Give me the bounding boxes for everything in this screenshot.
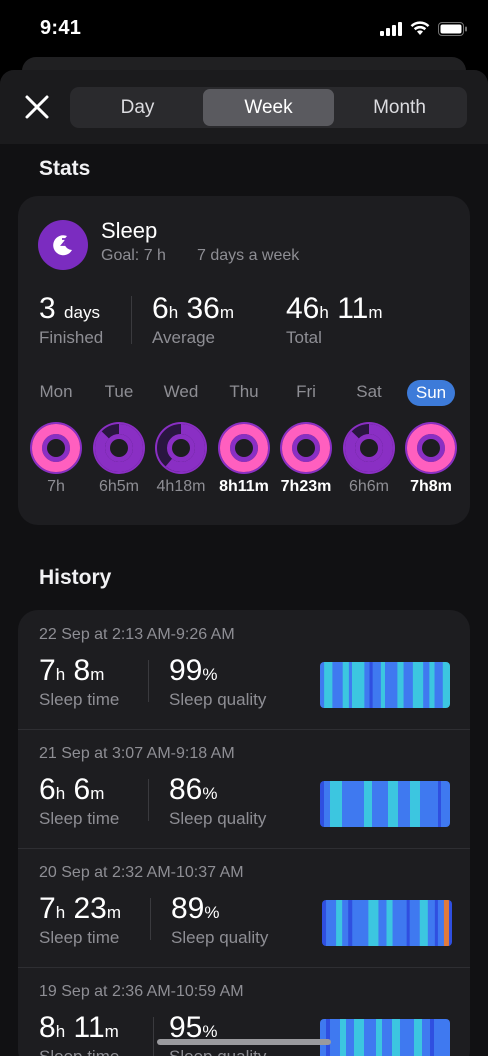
- day-label-thu[interactable]: Thu: [219, 382, 269, 402]
- sleep-time-label: Sleep time: [39, 690, 120, 709]
- stat-finished: 3 days Finished: [39, 292, 103, 348]
- day-label-fri[interactable]: Fri: [281, 382, 331, 402]
- history-date: 20 Sep at 2:32 AM-10:37 AM: [39, 864, 244, 881]
- entry-divider: [150, 898, 151, 940]
- sleep-time-hours: 8: [39, 1011, 56, 1044]
- sleep-time-label: Sleep time: [39, 928, 120, 947]
- sleep-quality-value: 89%: [171, 892, 220, 925]
- period-segmented-control: Day Week Month: [70, 87, 467, 128]
- day-duration-sun: 7h8m: [410, 478, 452, 495]
- history-card: 22 Sep at 2:13 AM-9:26 AM 7h 8m Sleep time…: [18, 610, 470, 1056]
- sleep-time-minutes: 6: [73, 773, 91, 806]
- sleep-quality-label: Sleep quality: [169, 1047, 266, 1056]
- tab-day[interactable]: Day: [72, 89, 203, 126]
- close-icon[interactable]: [22, 92, 52, 122]
- stat-finished-unit: days: [64, 303, 100, 322]
- history-date: 22 Sep at 2:13 AM-9:26 AM: [39, 626, 235, 643]
- sleep-quality-number: 86: [169, 773, 203, 806]
- sleep-quality-label: Sleep quality: [171, 928, 269, 947]
- stats-title: Stats: [39, 157, 91, 180]
- sleep-time-value: 6h 6m: [39, 773, 105, 806]
- entry-divider: [148, 660, 149, 702]
- day-duration-fri: 7h23m: [280, 478, 332, 495]
- tab-month[interactable]: Month: [334, 89, 465, 126]
- progress-ring-sat[interactable]: [342, 421, 396, 475]
- stat-average-minutes: 36: [186, 292, 220, 325]
- sleep-quality-value: 99%: [169, 654, 218, 687]
- status-icons: [380, 21, 468, 36]
- stat-total-hours: 46: [286, 292, 320, 325]
- sleep-stage-bar: [320, 1019, 450, 1056]
- cellular-signal-icon: [380, 21, 402, 36]
- wifi-icon: [410, 21, 430, 35]
- habit-goal: Goal: 7 h: [101, 247, 166, 264]
- day-label-sun[interactable]: Sun: [407, 380, 455, 406]
- moon-z-icon: [38, 220, 88, 270]
- sleep-quality-value: 86%: [169, 773, 218, 806]
- sleep-stats-card: Sleep Goal: 7 h 7 days a week 3 days Fin…: [18, 196, 470, 525]
- history-entry[interactable]: 21 Sep at 3:07 AM-9:18 AM 6h 6m Sleep time…: [18, 729, 470, 849]
- day-duration-wed: 4h18m: [156, 478, 206, 495]
- entry-divider: [153, 1017, 154, 1056]
- sleep-quality-number: 99: [169, 654, 203, 687]
- stat-divider: [131, 296, 132, 344]
- status-bar: 9:41: [0, 0, 488, 60]
- stat-total-minutes: 11: [337, 292, 369, 325]
- sleep-time-value: 7h 23m: [39, 892, 122, 925]
- progress-ring-fri[interactable]: [279, 421, 333, 475]
- battery-icon: [438, 21, 467, 36]
- sleep-time-value: 7h 8m: [39, 654, 105, 687]
- progress-ring-tue[interactable]: [92, 421, 146, 475]
- habit-title: Sleep: [101, 218, 158, 243]
- sleep-quality-label: Sleep quality: [169, 690, 267, 709]
- history-date: 21 Sep at 3:07 AM-9:18 AM: [39, 745, 235, 762]
- stats-sheet: Day Week Month Stats Sleep Goal: 7 h 7 d…: [0, 70, 488, 1056]
- entry-divider: [148, 779, 149, 821]
- sleep-time-hours: 7: [39, 654, 56, 687]
- sleep-time-hours: 6: [39, 773, 56, 806]
- day-label-wed[interactable]: Wed: [156, 382, 206, 402]
- day-duration-thu: 8h11m: [219, 478, 269, 495]
- sleep-time-hours: 7: [39, 892, 56, 925]
- sleep-time-minutes: 8: [73, 654, 91, 687]
- day-duration-mon: 7h: [47, 478, 65, 495]
- day-label-sat[interactable]: Sat: [344, 382, 394, 402]
- home-indicator: [157, 1039, 331, 1045]
- progress-ring-sun[interactable]: [404, 421, 458, 475]
- sleep-time-label: Sleep time: [39, 1047, 119, 1056]
- sleep-time-minutes: 23: [73, 892, 107, 925]
- stat-average: 6h 36m Average: [152, 292, 235, 347]
- sleep-quality-label: Sleep quality: [169, 809, 267, 828]
- tab-week[interactable]: Week: [203, 89, 334, 126]
- stat-finished-value: 3: [39, 292, 56, 325]
- history-entry[interactable]: 20 Sep at 2:32 AM-10:37 AM 7h 23m Sleep ti…: [18, 848, 470, 968]
- day-duration-sat: 6h6m: [348, 478, 390, 495]
- progress-ring-wed[interactable]: [154, 421, 208, 475]
- sleep-stage-bar: [320, 662, 450, 708]
- history-title: History: [39, 566, 112, 589]
- history-entry[interactable]: 22 Sep at 2:13 AM-9:26 AM 7h 8m Sleep time…: [18, 610, 470, 730]
- history-date: 19 Sep at 2:36 AM-10:59 AM: [39, 983, 244, 1000]
- stat-finished-label: Finished: [39, 328, 104, 347]
- sleep-time-minutes: 11: [73, 1011, 105, 1044]
- status-time: 9:41: [40, 17, 82, 39]
- sleep-stage-bar: [320, 781, 450, 827]
- sleep-quality-number: 89: [171, 892, 205, 925]
- progress-ring-thu[interactable]: [217, 421, 271, 475]
- stat-total: 46h 11m Total: [286, 292, 383, 347]
- habit-frequency: 7 days a week: [197, 247, 300, 264]
- sleep-time-label: Sleep time: [39, 809, 120, 828]
- day-label-mon[interactable]: Mon: [31, 382, 81, 402]
- progress-ring-mon[interactable]: [29, 421, 83, 475]
- stat-total-label: Total: [286, 328, 322, 347]
- stat-average-hours: 6: [152, 292, 169, 325]
- sheet-header: Day Week Month: [0, 70, 488, 144]
- day-label-tue[interactable]: Tue: [94, 382, 144, 402]
- sleep-time-value: 8h 11m: [39, 1011, 119, 1044]
- day-duration-tue: 6h5m: [98, 478, 140, 495]
- sleep-stage-bar: [322, 900, 452, 946]
- stat-average-label: Average: [152, 328, 216, 347]
